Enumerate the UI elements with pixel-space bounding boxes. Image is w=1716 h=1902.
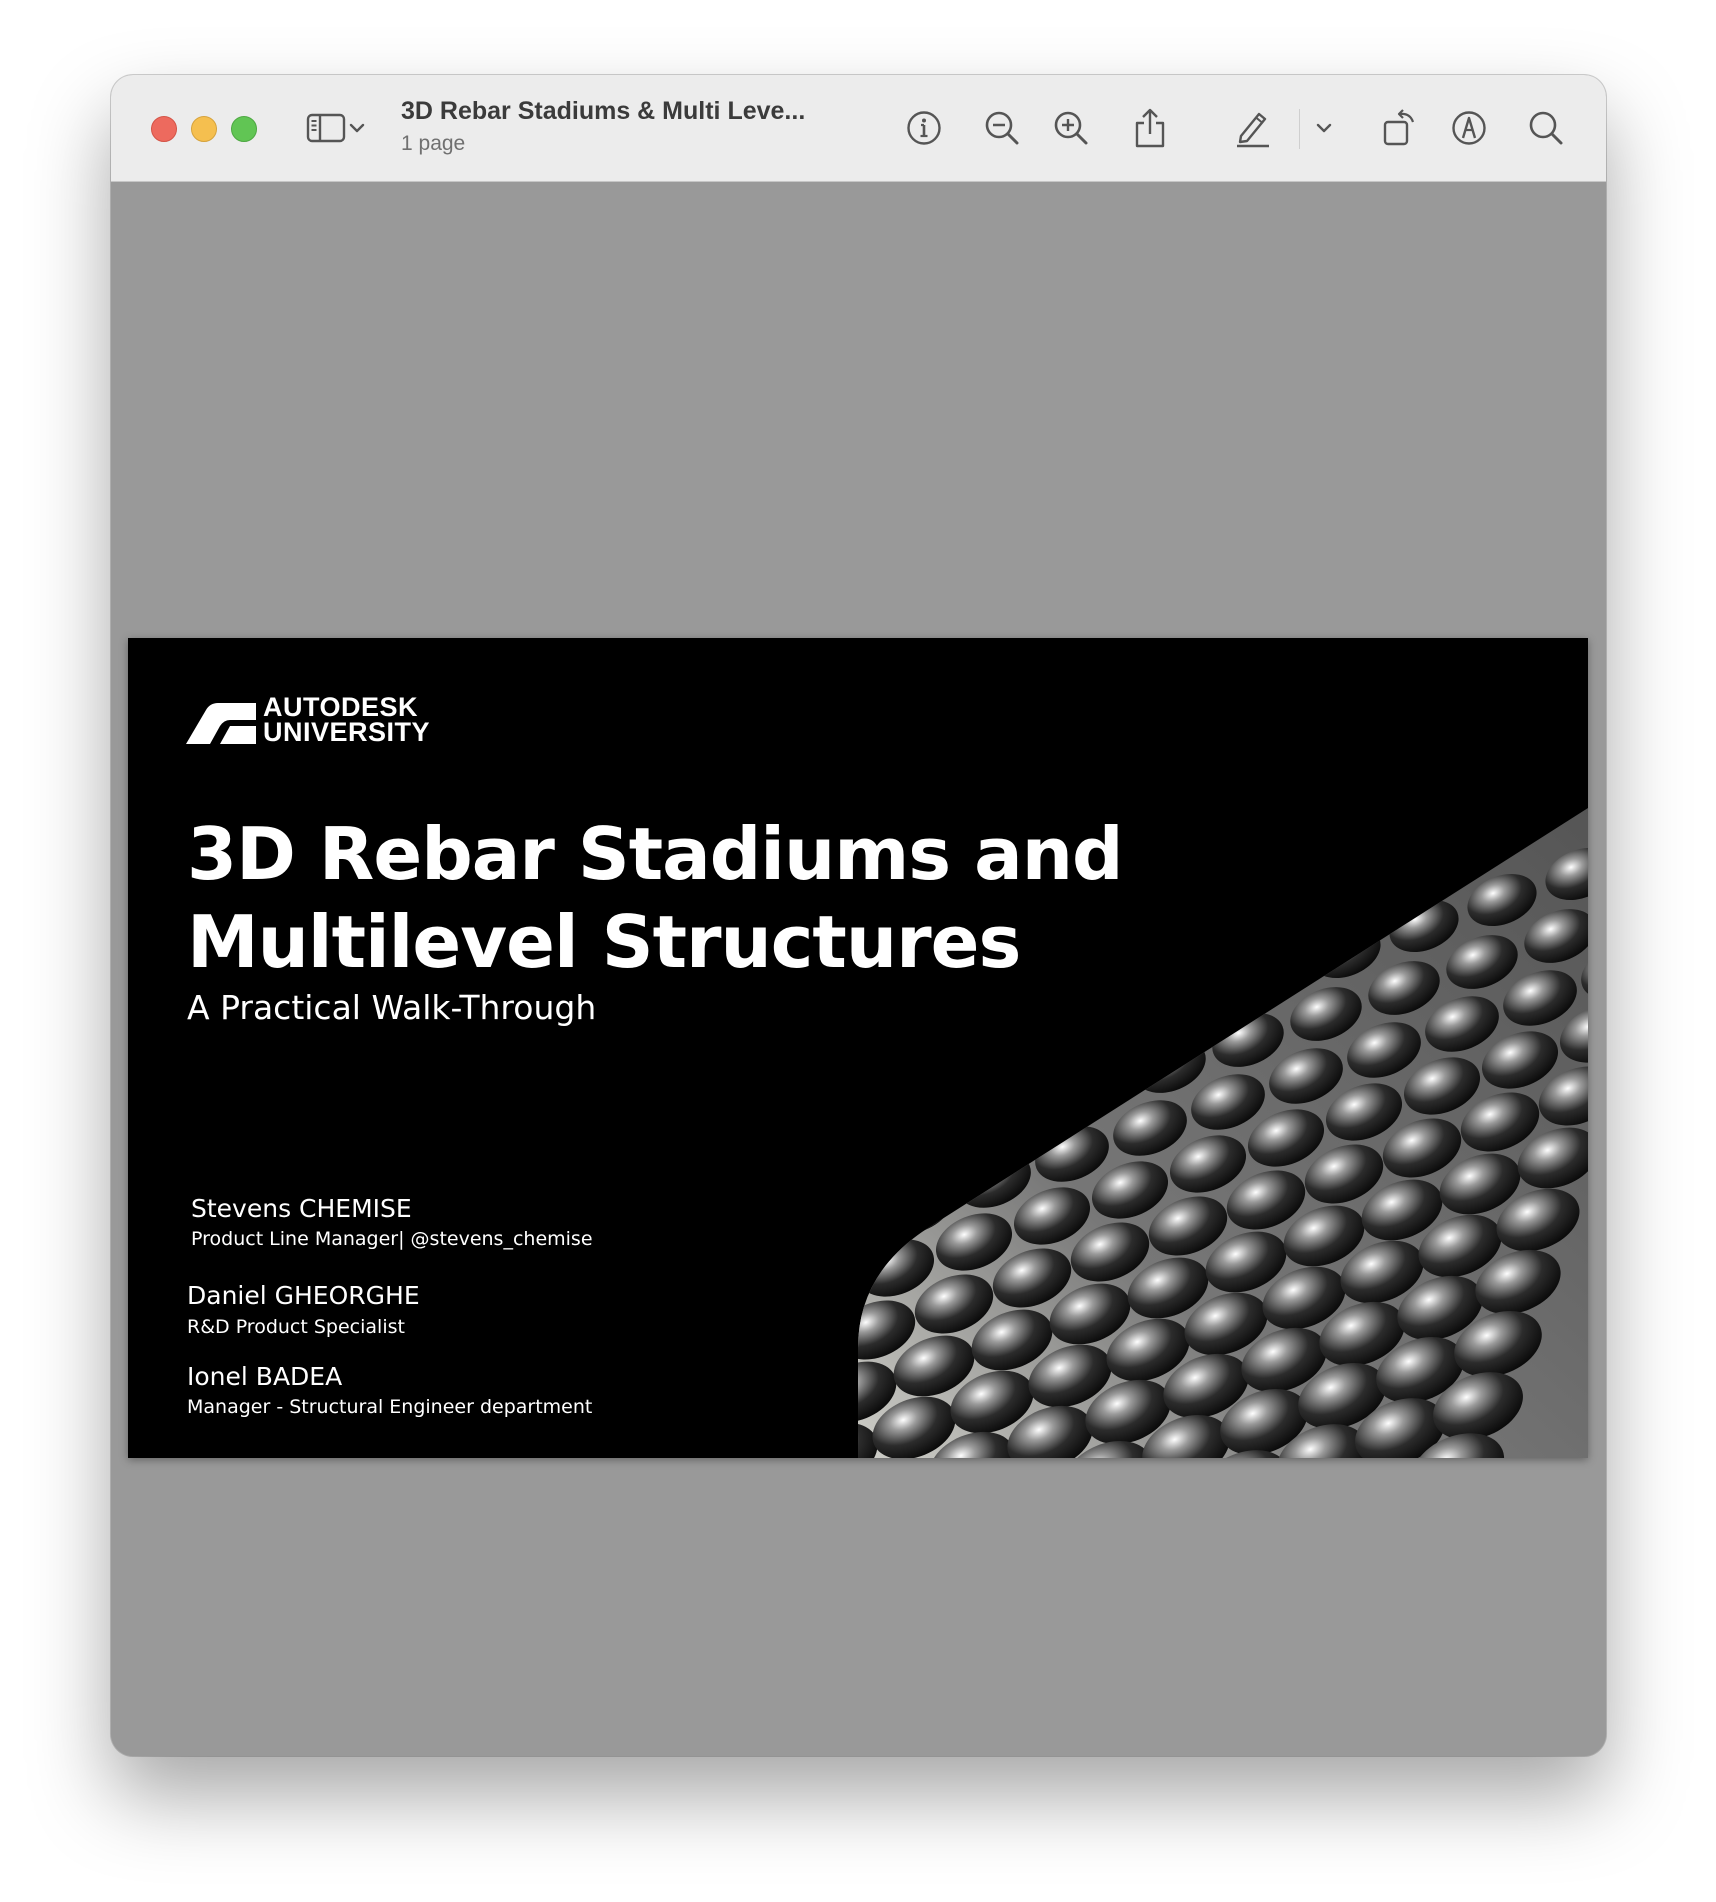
logo-line-2: UNIVERSITY [263, 717, 431, 747]
texture-capsule [900, 1117, 972, 1171]
highlight-button[interactable] [1230, 105, 1276, 151]
presenter-name: Daniel GHEORGHE [187, 1281, 420, 1310]
info-button[interactable] [901, 105, 947, 151]
sidebar-icon [306, 113, 346, 143]
close-window-button[interactable] [151, 116, 177, 142]
page-count: 1 page [401, 132, 466, 155]
presenter-name: Ionel BADEA [187, 1362, 343, 1391]
info-icon [907, 111, 941, 145]
preview-window: 3D Rebar Stadiums & Multi Leve... 1 page [111, 75, 1606, 1756]
texture-capsule [978, 1091, 1050, 1145]
pencil-icon [1237, 112, 1269, 148]
sidebar-options-button[interactable] [344, 105, 370, 151]
search-icon [1529, 111, 1563, 145]
presenter-role: Manager - Structural Engineer department [187, 1396, 593, 1418]
texture-capsule [858, 1143, 894, 1197]
zoom-out-icon [985, 111, 1019, 145]
zoom-in-icon [1054, 111, 1088, 145]
texture-capsule [858, 1081, 913, 1135]
markup-icon [1452, 111, 1486, 145]
texture-capsule [921, 1055, 991, 1109]
share-button[interactable] [1127, 105, 1173, 151]
sidebar-toggle-button[interactable] [303, 105, 349, 151]
minimize-window-button[interactable] [191, 116, 217, 142]
texture-capsule [1077, 1003, 1147, 1057]
zoom-window-button[interactable] [231, 116, 257, 142]
markup-button[interactable] [1446, 105, 1492, 151]
highlight-options-button[interactable] [1309, 105, 1339, 151]
slide-page: AUTODESK UNIVERSITY 3D Rebar Stadiums an… [128, 638, 1588, 1458]
presenter-role: Product Line Manager| @stevens_chemise [191, 1228, 593, 1250]
share-icon [1135, 108, 1165, 148]
presenter-name: Stevens CHEMISE [191, 1194, 412, 1223]
texture-capsule [999, 1029, 1069, 1083]
presenter-role: R&D Product Specialist [187, 1316, 405, 1338]
rotate-button[interactable] [1377, 105, 1423, 151]
rotate-icon [1383, 109, 1415, 146]
autodesk-logo-icon [186, 703, 256, 744]
texture-capsule [858, 1204, 875, 1260]
zoom-in-button[interactable] [1048, 105, 1094, 151]
rebar-texture-image [858, 808, 1588, 1458]
chevron-down-icon [1316, 123, 1332, 133]
autodesk-university-wordmark: AUTODESK UNIVERSITY [263, 694, 431, 747]
document-canvas[interactable]: AUTODESK UNIVERSITY 3D Rebar Stadiums an… [111, 182, 1606, 1756]
slide-subtitle: A Practical Walk-Through [187, 988, 597, 1027]
zoom-out-button[interactable] [979, 105, 1025, 151]
search-button[interactable] [1523, 105, 1569, 151]
texture-capsule [1155, 977, 1225, 1031]
toolbar-separator [1299, 109, 1300, 149]
document-title[interactable]: 3D Rebar Stadiums & Multi Leve... [401, 97, 805, 126]
chevron-down-icon [349, 123, 365, 133]
toolbar: 3D Rebar Stadiums & Multi Leve... 1 page [111, 75, 1606, 182]
